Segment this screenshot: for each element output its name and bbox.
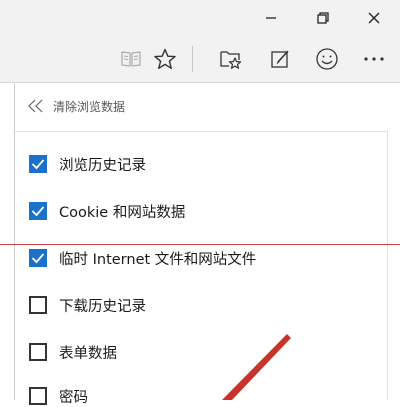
- option-browsing-history[interactable]: 浏览历史记录: [29, 153, 146, 175]
- web-note-icon: [271, 50, 289, 68]
- checkbox-checked[interactable]: [29, 202, 47, 220]
- option-label: 下载历史记录: [59, 298, 146, 315]
- feedback-smiley-icon: [316, 48, 338, 70]
- option-label: 浏览历史记录: [59, 157, 146, 174]
- restore-button[interactable]: [297, 0, 349, 36]
- feedback-button[interactable]: [310, 42, 344, 76]
- reading-view-button[interactable]: [114, 42, 148, 76]
- option-label: 临时 Internet 文件和网站文件: [59, 251, 257, 268]
- option-label: 密码: [59, 389, 88, 406]
- favorite-button[interactable]: [148, 42, 182, 76]
- back-button[interactable]: [25, 95, 47, 117]
- close-button[interactable]: [348, 0, 400, 36]
- option-temp-files[interactable]: 临时 Internet 文件和网站文件: [29, 247, 256, 269]
- panel-scroll-edge: [387, 131, 388, 400]
- option-form-data[interactable]: 表单数据: [29, 341, 117, 363]
- divider: [15, 131, 387, 132]
- checkbox-unchecked[interactable]: [29, 343, 47, 361]
- toolbar-separator: [192, 46, 193, 72]
- web-note-button[interactable]: [263, 42, 297, 76]
- checkbox-unchecked[interactable]: [29, 387, 47, 405]
- option-cookies[interactable]: Cookie 和网站数据: [29, 200, 185, 222]
- option-passwords[interactable]: 密码: [29, 385, 88, 407]
- favorites-hub-button[interactable]: [214, 42, 248, 76]
- clear-browsing-data-panel: 清除浏览数据 浏览历史记录 Cookie 和网站数据 临时 Internet 文…: [15, 83, 400, 406]
- close-icon: [368, 12, 380, 24]
- reading-view-icon: [121, 51, 141, 67]
- checkbox-checked[interactable]: [29, 249, 47, 267]
- panel-header: 清除浏览数据: [15, 95, 125, 117]
- favorite-star-icon: [154, 48, 176, 69]
- more-icon: [364, 57, 384, 61]
- option-download-history[interactable]: 下载历史记录: [29, 294, 146, 316]
- option-label: Cookie 和网站数据: [59, 204, 186, 221]
- favorites-hub-icon: [220, 51, 242, 69]
- panel-title: 清除浏览数据: [53, 99, 126, 114]
- checkmark-icon: [31, 253, 45, 264]
- minimize-button[interactable]: [245, 0, 297, 36]
- restore-icon: [317, 12, 329, 24]
- annotation-line: [0, 244, 400, 245]
- option-label: 表单数据: [59, 345, 117, 362]
- browser-toolbar: [0, 36, 400, 83]
- double-chevron-left-icon: [28, 99, 43, 113]
- checkbox-checked[interactable]: [29, 155, 47, 173]
- more-button[interactable]: [357, 42, 391, 76]
- checkbox-unchecked[interactable]: [29, 296, 47, 314]
- title-bar: [0, 0, 400, 36]
- checkmark-icon: [31, 159, 45, 170]
- page-content-edge: [0, 83, 15, 400]
- checkmark-icon: [31, 206, 45, 217]
- minimize-icon: [266, 17, 276, 19]
